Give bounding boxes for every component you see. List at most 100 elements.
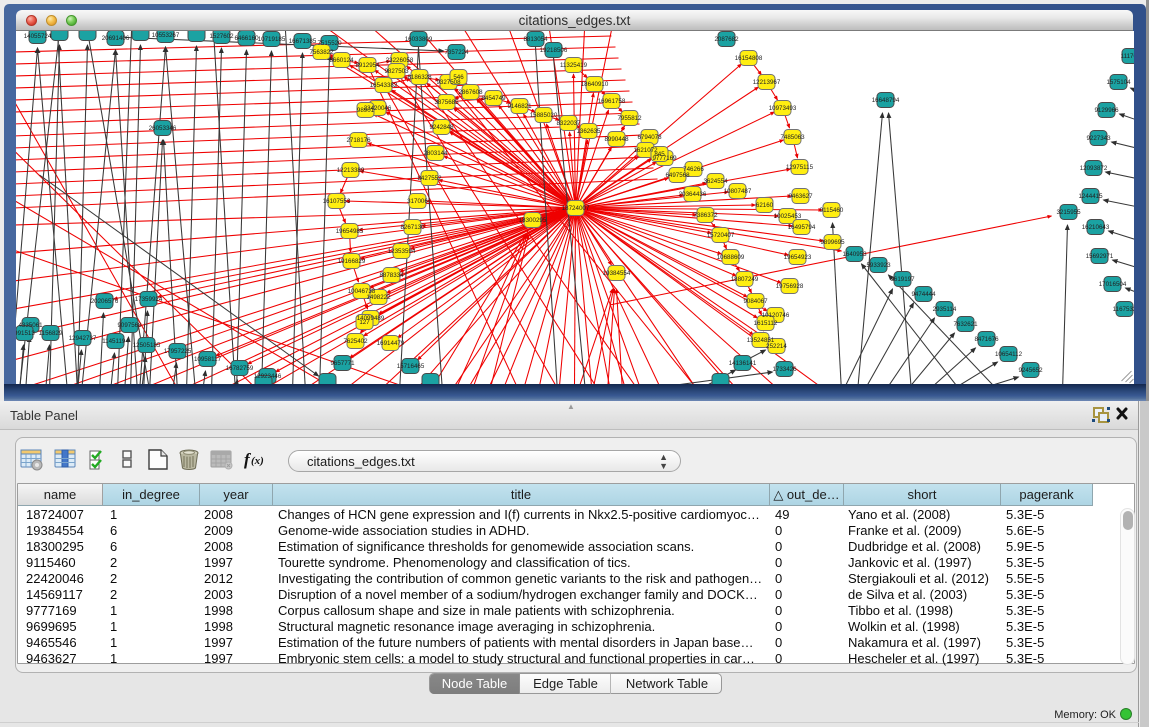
svg-text:7485063: 7485063 <box>780 134 805 141</box>
svg-text:14136141: 14136141 <box>729 360 757 367</box>
svg-text:991513: 991513 <box>16 330 35 337</box>
svg-text:2803144: 2803144 <box>423 150 448 157</box>
svg-text:9827503: 9827503 <box>384 68 409 75</box>
svg-text:98901: 98901 <box>357 107 375 114</box>
svg-text:10120746: 10120746 <box>762 312 790 319</box>
svg-text:14055724: 14055724 <box>24 33 52 40</box>
svg-text:845: 845 <box>654 151 665 158</box>
svg-text:2935114: 2935114 <box>933 306 957 313</box>
svg-text:19756928: 19756928 <box>776 283 804 290</box>
svg-text:6794078: 6794078 <box>637 134 662 141</box>
svg-text:16210643: 16210643 <box>1082 224 1110 231</box>
svg-text:12213389: 12213389 <box>337 167 365 174</box>
svg-text:20206576: 20206576 <box>91 298 119 305</box>
svg-text:15885020: 15885020 <box>530 112 558 119</box>
svg-text:10973493: 10973493 <box>769 105 797 112</box>
svg-text:10807487: 10807487 <box>724 188 752 195</box>
svg-text:3624554: 3624554 <box>703 178 728 185</box>
svg-text:19654985: 19654985 <box>336 228 364 235</box>
svg-text:7625402: 7625402 <box>343 338 368 345</box>
svg-text:8322037: 8322037 <box>556 120 581 127</box>
svg-text:10654112: 10654112 <box>995 351 1023 358</box>
svg-text:8912954: 8912954 <box>355 62 380 69</box>
svg-text:12923446: 12923446 <box>254 373 282 380</box>
svg-text:12505185: 12505185 <box>133 342 161 349</box>
svg-text:18807249: 18807249 <box>731 276 759 283</box>
svg-text:16154808: 16154808 <box>735 55 763 62</box>
svg-text:12353594: 12353594 <box>388 248 416 255</box>
svg-text:19654923: 19654923 <box>784 254 812 261</box>
svg-text:8454749: 8454749 <box>481 95 506 102</box>
svg-text:16107553: 16107553 <box>323 198 351 205</box>
svg-text:8660124: 8660124 <box>329 57 354 64</box>
svg-text:10958117: 10958117 <box>194 356 222 363</box>
svg-text:15720407: 15720407 <box>707 232 735 239</box>
svg-text:9657771: 9657771 <box>330 360 355 367</box>
svg-text:(x): (x) <box>251 455 264 467</box>
svg-text:9463627: 9463627 <box>788 193 813 200</box>
svg-text:9245652: 9245652 <box>1018 367 1043 374</box>
svg-text:2867608: 2867608 <box>458 89 483 96</box>
svg-text:7955812: 7955812 <box>617 115 642 122</box>
svg-text:10025453: 10025453 <box>774 213 802 220</box>
svg-text:252214: 252214 <box>766 343 787 350</box>
svg-text:16782759: 16782759 <box>226 365 254 372</box>
svg-text:8878334: 8878334 <box>379 272 404 279</box>
svg-text:9084067: 9084067 <box>743 298 768 305</box>
svg-text:4335061: 4335061 <box>18 322 43 329</box>
svg-text:16033809: 16033809 <box>405 36 433 43</box>
svg-text:20691406: 20691406 <box>102 35 130 42</box>
svg-text:16671385: 16671385 <box>289 38 317 45</box>
svg-text:8427552: 8427552 <box>417 175 442 182</box>
svg-text:7386372: 7386372 <box>693 212 718 219</box>
svg-text:9115460: 9115460 <box>820 207 844 214</box>
svg-text:9242848: 9242848 <box>429 124 454 131</box>
svg-text:10688609: 10688609 <box>717 254 745 261</box>
svg-text:15692971: 15692971 <box>1086 253 1114 260</box>
svg-text:9899695: 9899695 <box>820 239 845 246</box>
svg-text:5933923: 5933923 <box>866 262 891 269</box>
svg-text:16961758: 16961758 <box>598 98 626 105</box>
svg-text:20364436: 20364436 <box>679 191 707 198</box>
svg-text:1733426: 1733426 <box>772 366 797 373</box>
svg-text:1362635: 1362635 <box>576 128 601 135</box>
svg-text:2718176: 2718176 <box>346 137 371 144</box>
svg-text:16543382: 16543382 <box>370 82 398 89</box>
svg-text:12213967: 12213967 <box>753 79 781 86</box>
svg-text:8186328: 8186328 <box>407 74 432 81</box>
svg-text:12093872: 12093872 <box>1080 165 1108 172</box>
svg-text:9097568: 9097568 <box>117 322 142 329</box>
svg-text:11325419: 11325419 <box>560 62 588 69</box>
svg-text:6466160: 6466160 <box>234 35 259 42</box>
svg-text:111703: 111703 <box>1121 53 1134 60</box>
svg-text:10553267: 10553267 <box>152 32 180 39</box>
svg-text:23226058: 23226058 <box>386 57 414 64</box>
svg-text:7632621: 7632621 <box>953 321 978 328</box>
svg-text:6497568: 6497568 <box>665 172 690 179</box>
svg-text:1498222: 1498222 <box>366 294 391 301</box>
svg-text:12942737: 12942737 <box>69 335 97 342</box>
svg-text:1615112: 1615112 <box>754 320 778 327</box>
svg-text:17957225: 17957225 <box>164 348 192 355</box>
svg-text:546: 546 <box>453 74 464 81</box>
svg-text:9474444: 9474444 <box>911 291 936 298</box>
svg-text:19384554: 19384554 <box>603 270 631 277</box>
svg-text:18640910: 18640910 <box>581 81 609 88</box>
svg-text:7357224: 7357224 <box>444 49 469 56</box>
svg-text:9227343: 9227343 <box>1086 135 1111 142</box>
svg-text:26053346: 26053346 <box>149 125 177 132</box>
svg-text:1575104: 1575104 <box>1106 79 1131 86</box>
svg-text:1156829: 1156829 <box>39 330 63 337</box>
svg-text:19166829: 19166829 <box>338 258 366 265</box>
svg-text:8267130: 8267130 <box>400 224 425 231</box>
svg-text:18724007: 18724007 <box>562 205 590 212</box>
svg-text:10719185: 10719185 <box>258 36 286 43</box>
svg-text:19218506: 19218506 <box>540 47 568 54</box>
svg-text:16914479: 16914479 <box>377 340 405 347</box>
svg-text:17016504: 17016504 <box>1099 281 1127 288</box>
svg-text:16495794: 16495794 <box>788 224 816 231</box>
svg-text:127: 127 <box>359 319 370 326</box>
svg-text:1640953: 1640953 <box>842 251 867 258</box>
svg-text:18300295: 18300295 <box>519 217 547 224</box>
svg-text:9129966: 9129966 <box>1094 107 1119 114</box>
